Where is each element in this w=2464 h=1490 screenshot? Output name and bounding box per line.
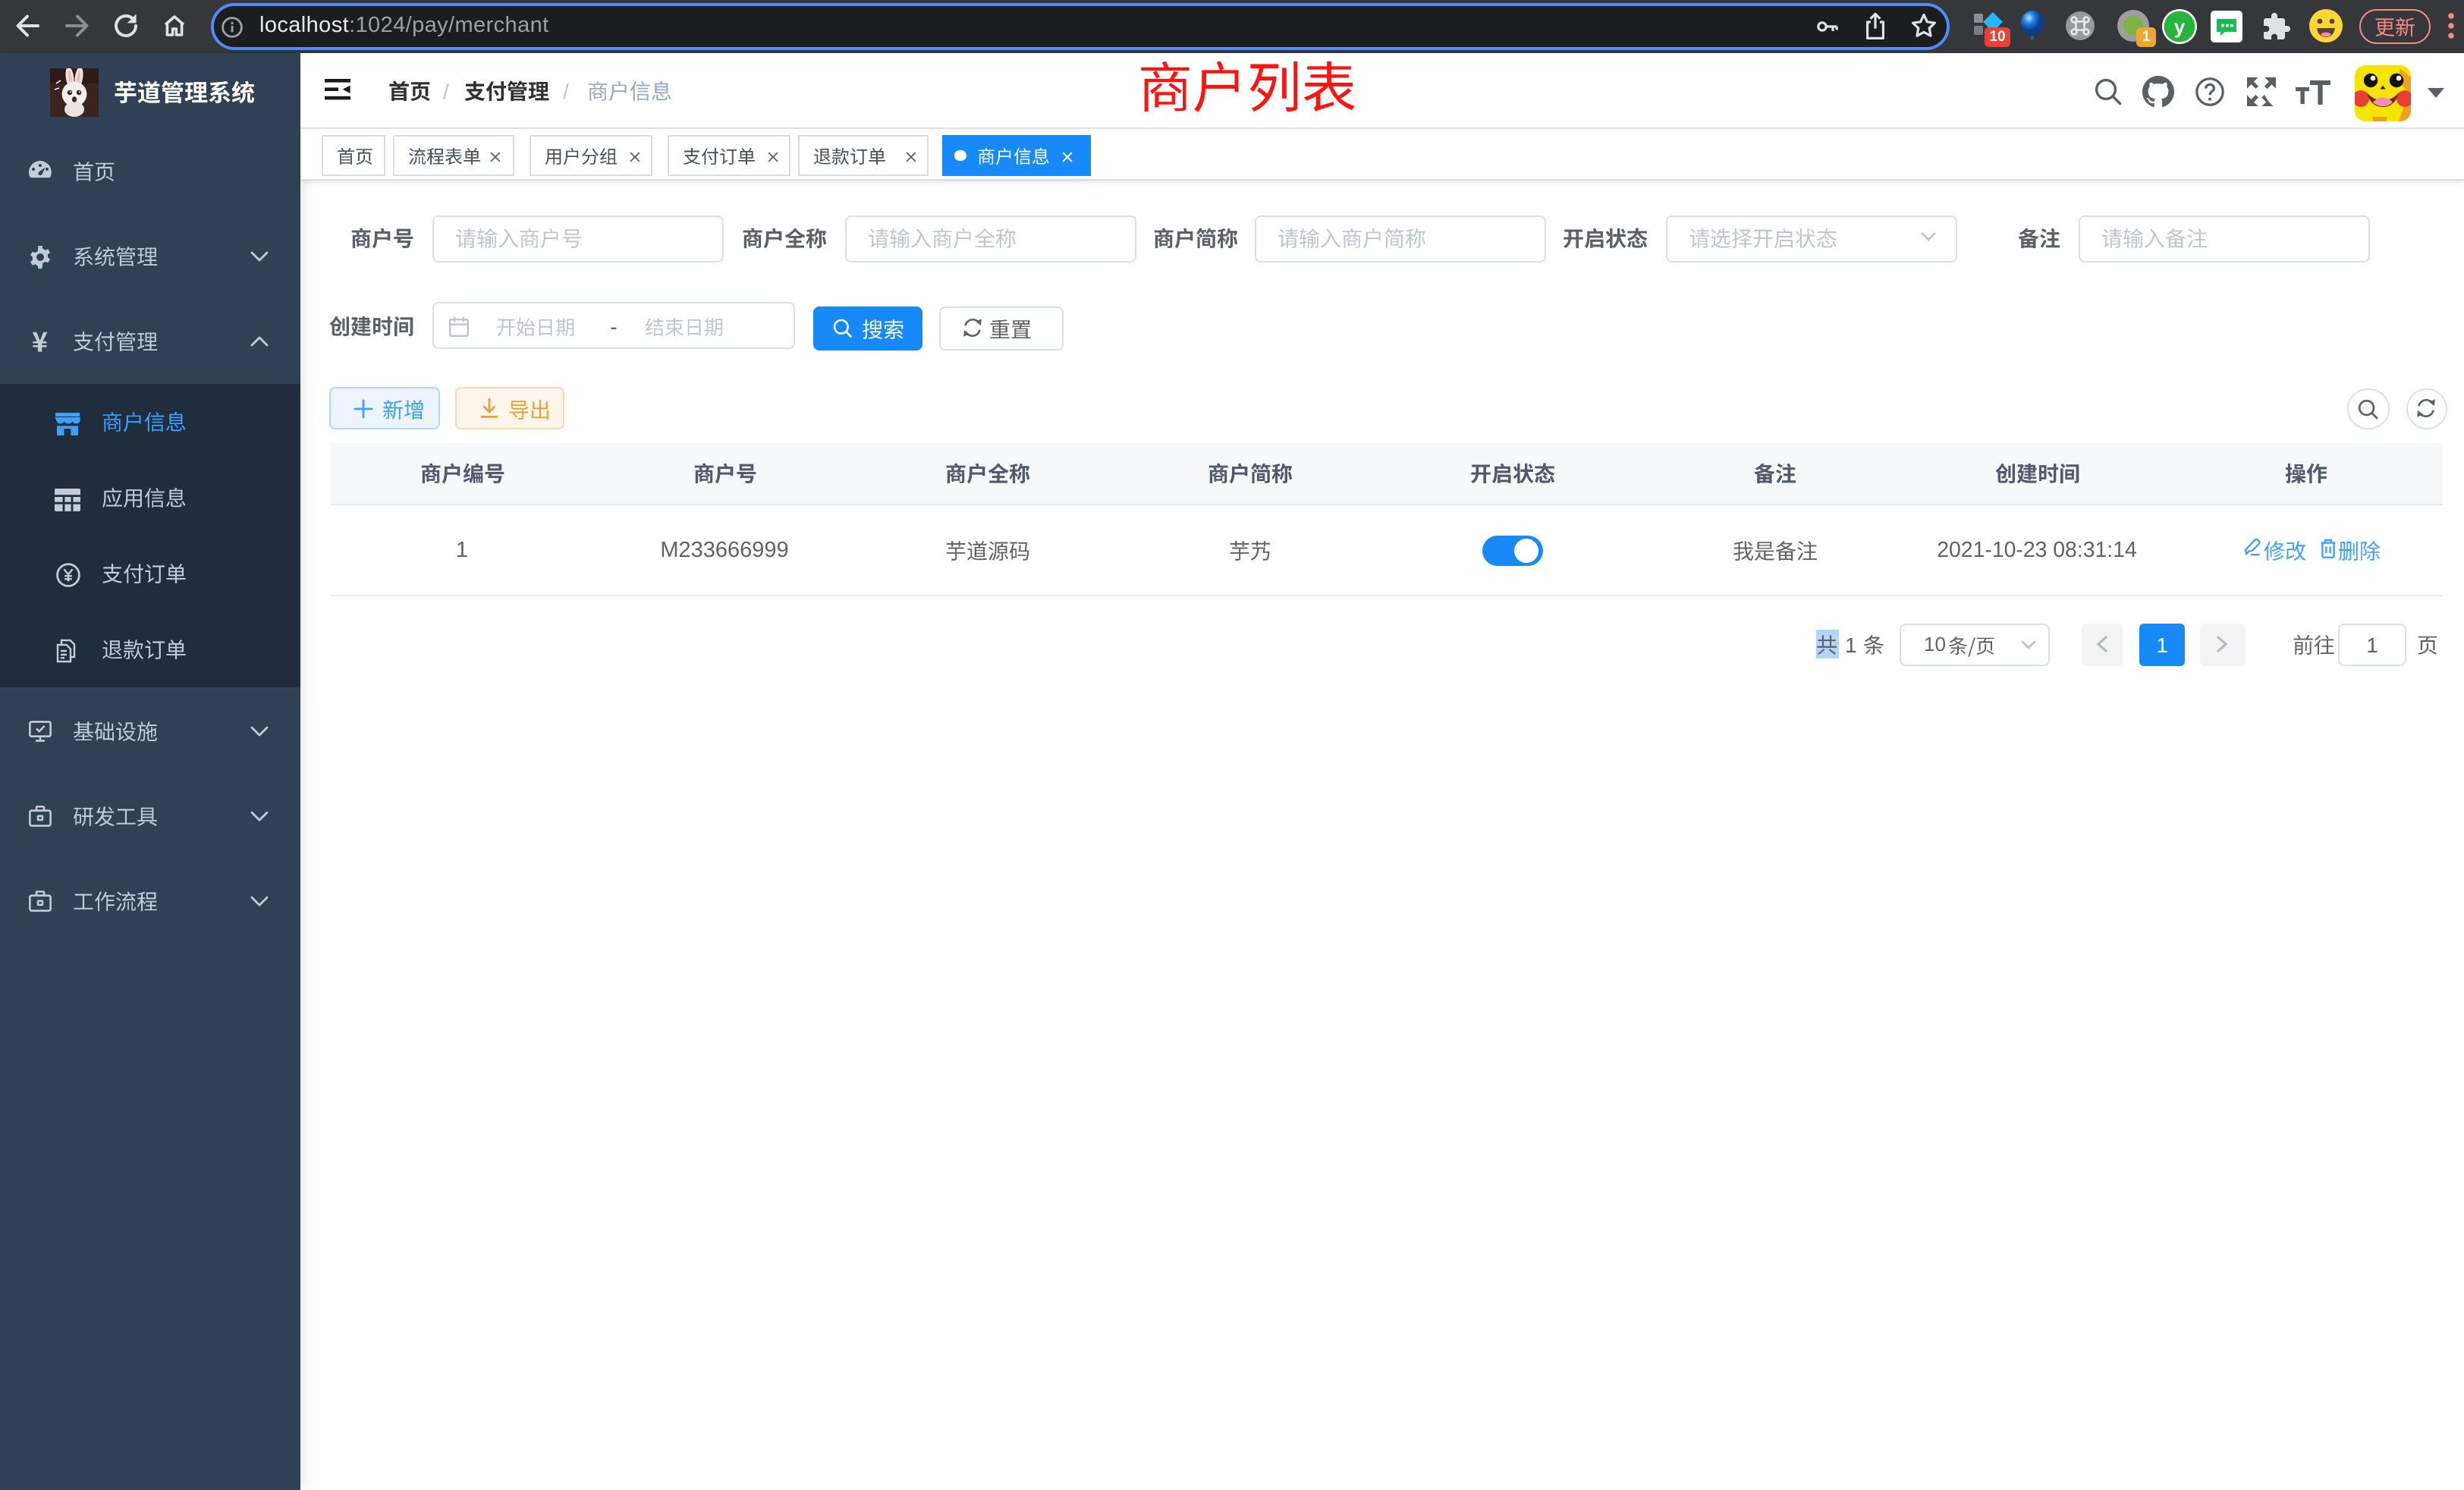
svg-text:y: y	[2174, 15, 2186, 38]
